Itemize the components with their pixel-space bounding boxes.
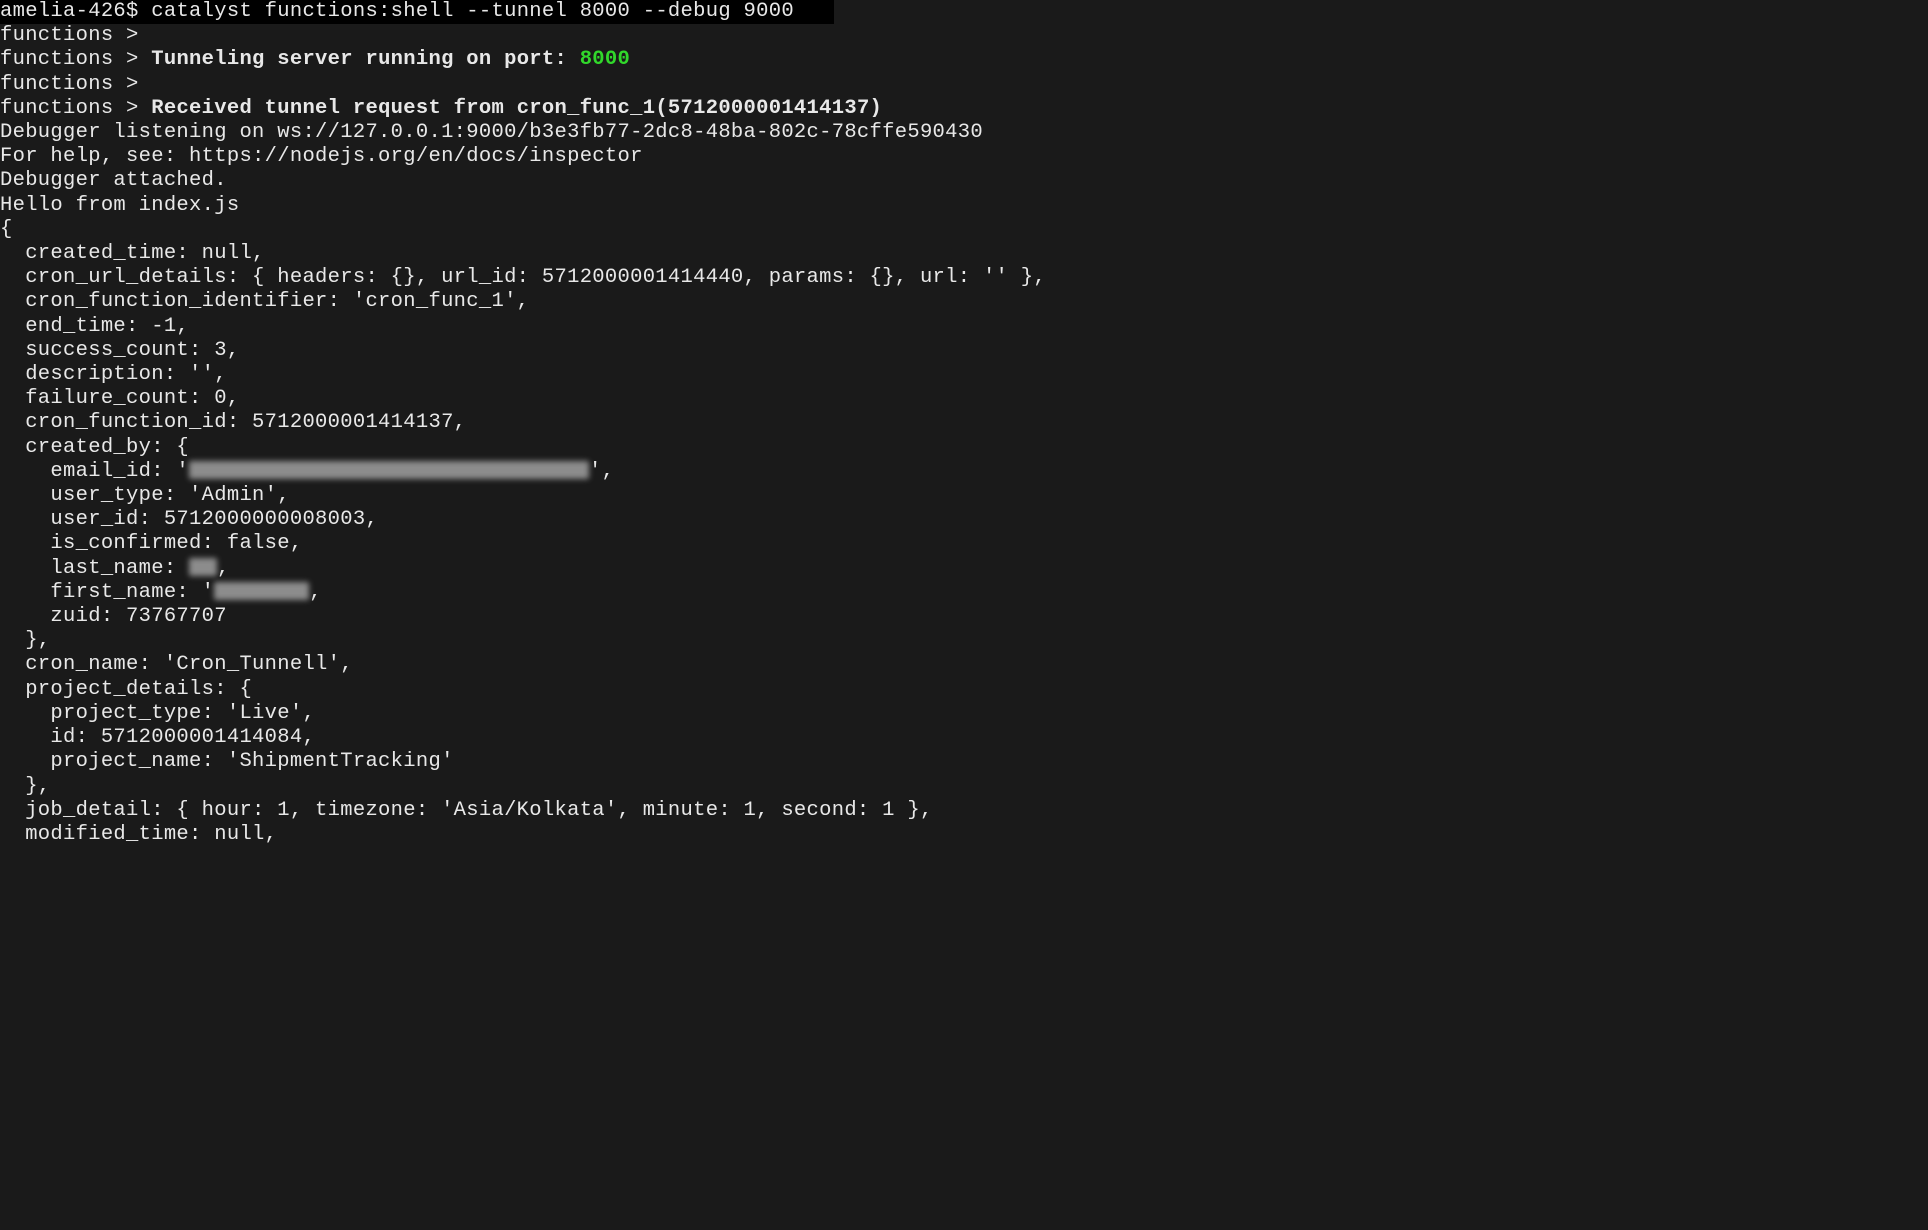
first-name: first_name: 'x, (0, 581, 1928, 605)
project-details-open: project_details: { (0, 678, 1928, 702)
description: description: '', (0, 363, 1928, 387)
user-id: user_id: 5712000000008003, (0, 508, 1928, 532)
zuid: zuid: 73767707 (0, 605, 1928, 629)
project-id: id: 5712000001414084, (0, 726, 1928, 750)
cron-name: cron_name: 'Cron_Tunnell', (0, 653, 1928, 677)
is-confirmed: is_confirmed: false, (0, 532, 1928, 556)
created-by-close: }, (0, 629, 1928, 653)
email-id: email_id: 'x', (0, 460, 1928, 484)
prompt-line[interactable]: amelia-426$ catalyst functions:shell --t… (0, 0, 1928, 24)
last-name-label: last_name: (0, 557, 189, 580)
functions-prompt: functions > (0, 48, 151, 71)
first-name-label: first_name: ' (0, 581, 214, 604)
object-open: { (0, 218, 1928, 242)
output-line: functions > Received tunnel request from… (0, 97, 1928, 121)
redacted-email: x (189, 461, 589, 479)
functions-prompt: functions > (0, 97, 151, 120)
job-detail: job_detail: { hour: 1, timezone: 'Asia/K… (0, 799, 1928, 823)
tunnel-request-message: Received tunnel request from cron_func_1… (151, 97, 882, 120)
debugger-url: Debugger listening on ws://127.0.0.1:900… (0, 121, 1928, 145)
prompt-command: catalyst functions:shell --tunnel 8000 -… (151, 0, 794, 23)
redacted-first-name: x (214, 582, 309, 600)
project-type: project_type: 'Live', (0, 702, 1928, 726)
help-url: For help, see: https://nodejs.org/en/doc… (0, 145, 1928, 169)
failure-count: failure_count: 0, (0, 387, 1928, 411)
tunnel-message: Tunneling server running on port: (151, 48, 579, 71)
cron-url-details: cron_url_details: { headers: {}, url_id:… (0, 266, 1928, 290)
first-name-suffix: , (309, 581, 322, 604)
last-name: last_name: x, (0, 557, 1928, 581)
output-line: functions > (0, 73, 1928, 97)
debugger-attached: Debugger attached. (0, 169, 1928, 193)
email-suffix: ', (589, 460, 614, 483)
modified-time: modified_time: null, (0, 823, 1928, 847)
cron-function-identifier: cron_function_identifier: 'cron_func_1', (0, 290, 1928, 314)
tunnel-port: 8000 (580, 48, 630, 71)
end-time: end_time: -1, (0, 315, 1928, 339)
success-count: success_count: 3, (0, 339, 1928, 363)
email-label: email_id: ' (0, 460, 189, 483)
project-details-close: }, (0, 775, 1928, 799)
hello-message: Hello from index.js (0, 194, 1928, 218)
created-time: created_time: null, (0, 242, 1928, 266)
terminal-output: amelia-426$ catalyst functions:shell --t… (0, 0, 1928, 847)
created-by-open: created_by: { (0, 436, 1928, 460)
project-name: project_name: 'ShipmentTracking' (0, 750, 1928, 774)
redacted-last-name: x (189, 558, 217, 576)
output-line: functions > Tunneling server running on … (0, 48, 1928, 72)
last-name-suffix: , (217, 557, 230, 580)
cron-function-id: cron_function_id: 5712000001414137, (0, 411, 1928, 435)
prompt-user: amelia-426$ (0, 0, 139, 23)
user-type: user_type: 'Admin', (0, 484, 1928, 508)
output-line: functions > (0, 24, 1928, 48)
